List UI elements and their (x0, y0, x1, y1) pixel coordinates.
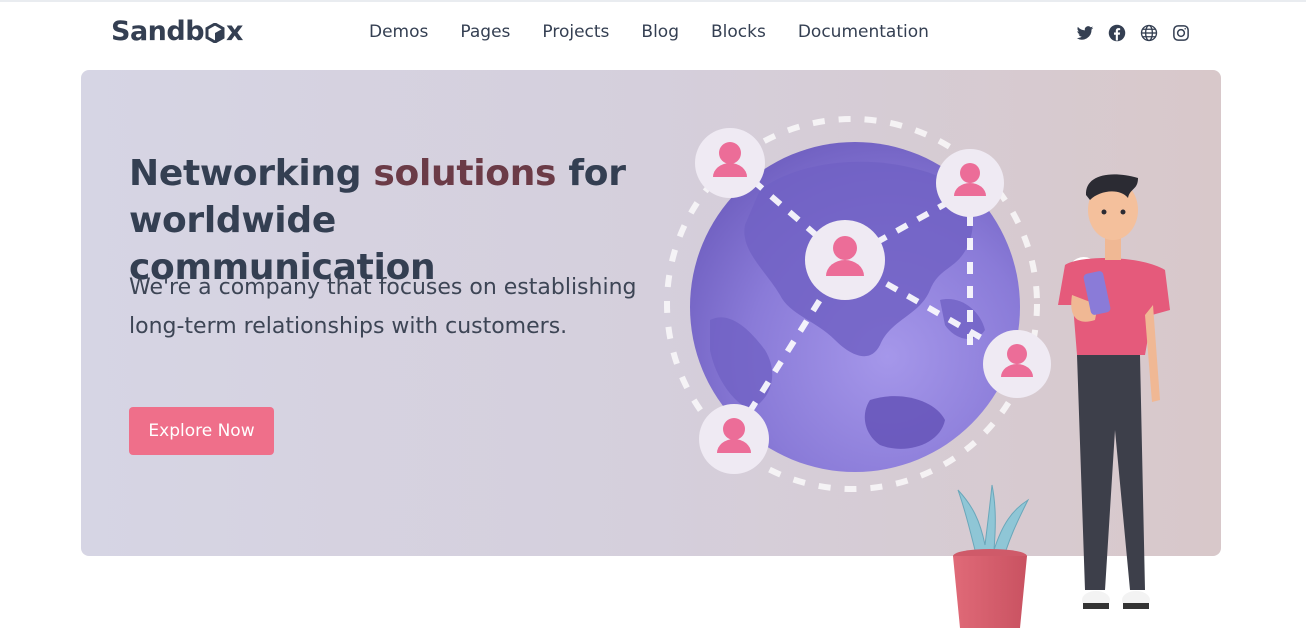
avatar-node-top-right (936, 149, 1004, 217)
brand-name-start: Sandb (111, 16, 205, 47)
navbar: Sandb x Demos Pages Projects Blog Blocks… (0, 2, 1306, 68)
explore-now-button[interactable]: Explore Now (129, 407, 274, 455)
potted-plant (953, 484, 1030, 628)
hero-title-accent: solutions (373, 153, 557, 194)
hero-subtitle: We're a company that focuses on establis… (129, 275, 637, 339)
facebook-icon[interactable] (1108, 24, 1126, 42)
nav-documentation[interactable]: Documentation (798, 22, 929, 42)
networking-illustration (664, 116, 1170, 628)
nav-blog[interactable]: Blog (641, 22, 679, 42)
brand-logo[interactable]: Sandb x (111, 16, 243, 47)
main-nav: Demos Pages Projects Blog Blocks Documen… (369, 22, 961, 42)
person-with-phone (1058, 174, 1170, 609)
avatar-node-top-left (695, 128, 765, 198)
nav-projects[interactable]: Projects (542, 22, 609, 42)
nav-demos[interactable]: Demos (369, 22, 428, 42)
instagram-icon[interactable] (1172, 24, 1190, 42)
nav-pages[interactable]: Pages (460, 22, 510, 42)
cube-logo-icon (205, 23, 225, 43)
social-links (1076, 24, 1190, 42)
globe-icon[interactable] (1140, 24, 1158, 42)
avatar-node-bottom-left (699, 404, 769, 474)
avatar-node-center (805, 220, 885, 300)
brand-name-end: x (226, 16, 243, 47)
hero-title-start: Networking (129, 153, 374, 194)
nav-blocks[interactable]: Blocks (711, 22, 766, 42)
twitter-icon[interactable] (1076, 24, 1094, 42)
avatar-node-right (983, 330, 1051, 398)
